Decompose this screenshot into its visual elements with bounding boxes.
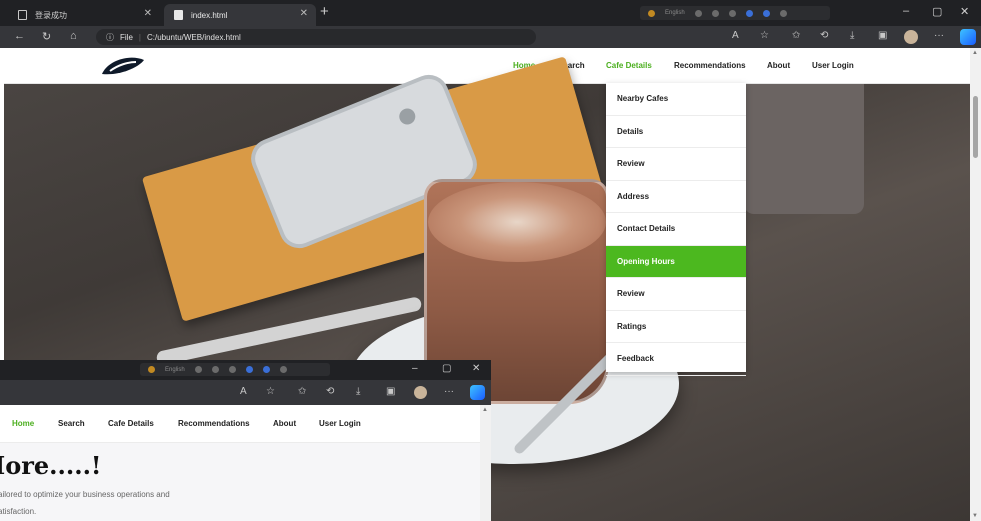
refresh-icon[interactable]: ↻ — [42, 30, 51, 43]
dropdown-item-opening-hours[interactable]: Opening Hours — [606, 245, 746, 278]
tray-app-icon[interactable] — [648, 9, 655, 17]
nav-cafe-details[interactable]: Cafe Details — [606, 61, 652, 70]
tray-app-icon[interactable] — [148, 366, 155, 373]
system-tray: English — [640, 6, 830, 20]
site-logo-icon[interactable] — [100, 56, 146, 76]
camera-icon — [396, 106, 418, 127]
favorite-star-icon[interactable]: ☆ — [760, 30, 769, 41]
address-field[interactable]: ⓘ File | C:/ubuntu/WEB/index.html — [96, 29, 536, 45]
scroll-up-icon[interactable]: ▲ — [972, 50, 978, 56]
minimize-icon[interactable]: – — [903, 5, 909, 17]
tab-title: 登录成功 — [35, 10, 67, 20]
mug-shape — [744, 84, 864, 214]
close-window-icon[interactable]: ✕ — [472, 363, 480, 374]
page-scrollbar[interactable]: ▲ ▼ — [970, 48, 981, 521]
latte-art-shape — [428, 182, 606, 262]
profile-avatar[interactable] — [904, 30, 918, 44]
nav-about[interactable]: About — [273, 419, 296, 428]
keyboard-icon[interactable] — [694, 9, 702, 17]
copilot-icon[interactable] — [470, 385, 485, 400]
more-options-icon[interactable]: ··· — [444, 386, 454, 397]
dropdown-item-contact-details[interactable]: Contact Details — [606, 213, 746, 246]
file-label: File — [120, 32, 133, 42]
favorites-icon[interactable]: ✩ — [298, 386, 306, 397]
dropdown-item-details[interactable]: Details — [606, 116, 746, 148]
nav-user-login[interactable]: User Login — [319, 419, 361, 428]
history-icon[interactable]: ⟲ — [326, 386, 334, 397]
microphone-icon[interactable] — [711, 9, 719, 17]
dropdown-item-ratings[interactable]: Ratings — [606, 311, 746, 343]
microphone-icon[interactable] — [211, 366, 219, 373]
new-tab-button[interactable]: + — [320, 3, 329, 20]
profile-avatar[interactable] — [414, 386, 427, 399]
nav-search[interactable]: Search — [58, 419, 85, 428]
second-window-hero: Iore.....! ailored to optimize your busi… — [0, 443, 480, 521]
minimize-icon[interactable]: – — [412, 363, 418, 374]
nav-about[interactable]: About — [767, 61, 790, 70]
back-icon[interactable]: ← — [14, 30, 25, 42]
close-window-icon[interactable]: ✕ — [960, 5, 969, 18]
browser-tab-index[interactable]: index.html ✕ — [164, 4, 316, 26]
hero-heading: Iore.....! — [0, 451, 102, 480]
page-icon — [18, 10, 27, 20]
scroll-down-icon[interactable]: ▼ — [972, 513, 978, 519]
nav-recommendations[interactable]: Recommendations — [674, 61, 746, 70]
second-window-site-navbar: Home Search Cafe Details Recommendations… — [0, 405, 480, 443]
language-indicator[interactable]: English — [665, 10, 685, 16]
close-tab-icon[interactable]: ✕ — [144, 8, 152, 19]
scroll-up-icon[interactable]: ▲ — [482, 407, 488, 413]
help-icon[interactable] — [279, 366, 287, 373]
screenshot-icon[interactable]: ▣ — [386, 386, 395, 397]
scrollbar-thumb[interactable] — [973, 96, 978, 158]
download-icon[interactable]: ⤓ — [356, 386, 360, 397]
url-text: C:/ubuntu/WEB/index.html — [146, 32, 241, 42]
browser-tab-login[interactable]: 登录成功 ✕ — [8, 4, 160, 26]
more-options-icon[interactable]: ··· — [934, 30, 944, 41]
system-tray: English — [140, 363, 330, 376]
nav-home[interactable]: Home — [12, 419, 34, 428]
hero-text-line: ailored to optimize your business operat… — [0, 490, 170, 499]
dropdown-item-review-2[interactable]: Review — [606, 278, 746, 311]
maximize-icon[interactable]: ▢ — [442, 363, 451, 374]
dropdown-item-address[interactable]: Address — [606, 181, 746, 213]
second-window-toolbar: A ☆ ✩ ⟲ ⤓ ▣ ··· — [0, 380, 491, 405]
dropdown-item-nearby-cafes[interactable]: Nearby Cafes — [606, 83, 746, 116]
nav-cafe-details[interactable]: Cafe Details — [108, 419, 154, 428]
keyboard-icon[interactable] — [194, 366, 202, 373]
dropdown-item-review[interactable]: Review — [606, 148, 746, 181]
read-aloud-icon[interactable]: A — [240, 386, 247, 397]
browser-tab-bar: 登录成功 ✕ index.html ✕ + English – ▢ ✕ — [0, 0, 981, 26]
download-icon[interactable]: ⤓ — [850, 30, 854, 41]
favorite-star-icon[interactable]: ☆ — [266, 386, 275, 397]
second-window-titlebar: English – ▢ ✕ — [0, 360, 491, 380]
dropdown-item-feedback[interactable]: Feedback — [606, 343, 746, 376]
tray-app-icon[interactable] — [262, 366, 270, 373]
language-indicator[interactable]: English — [165, 367, 185, 373]
read-aloud-icon[interactable]: A — [732, 30, 739, 41]
cafe-details-dropdown: Nearby Cafes Details Review Address Cont… — [606, 83, 746, 376]
home-icon[interactable]: ⌂ — [70, 30, 77, 42]
address-bar-row: ← ↻ ⌂ ⓘ File | C:/ubuntu/WEB/index.html … — [0, 26, 981, 48]
second-browser-window: English – ▢ ✕ A ☆ ✩ ⟲ ⤓ ▣ ··· Home Searc… — [0, 360, 491, 521]
close-tab-icon[interactable]: ✕ — [300, 8, 308, 19]
second-window-scrollbar[interactable]: ▲ — [480, 405, 491, 521]
hero-text-line: atisfaction. — [0, 507, 37, 516]
tab-title: index.html — [191, 10, 228, 20]
nav-recommendations[interactable]: Recommendations — [178, 419, 250, 428]
settings-icon[interactable] — [228, 366, 236, 373]
favorites-icon[interactable]: ✩ — [792, 30, 800, 41]
screenshot-icon[interactable]: ▣ — [878, 30, 887, 41]
maximize-icon[interactable]: ▢ — [932, 5, 942, 18]
info-icon[interactable]: ⓘ — [106, 32, 114, 43]
page-icon — [174, 10, 183, 20]
tray-app-icon[interactable] — [745, 9, 753, 17]
separator: | — [138, 32, 141, 42]
settings-icon[interactable] — [728, 9, 736, 17]
tray-app-icon[interactable] — [762, 9, 770, 17]
tray-app-icon[interactable] — [245, 366, 253, 373]
copilot-icon[interactable] — [960, 29, 976, 45]
help-icon[interactable] — [779, 9, 787, 17]
history-icon[interactable]: ⟲ — [820, 30, 828, 41]
nav-user-login[interactable]: User Login — [812, 61, 854, 70]
